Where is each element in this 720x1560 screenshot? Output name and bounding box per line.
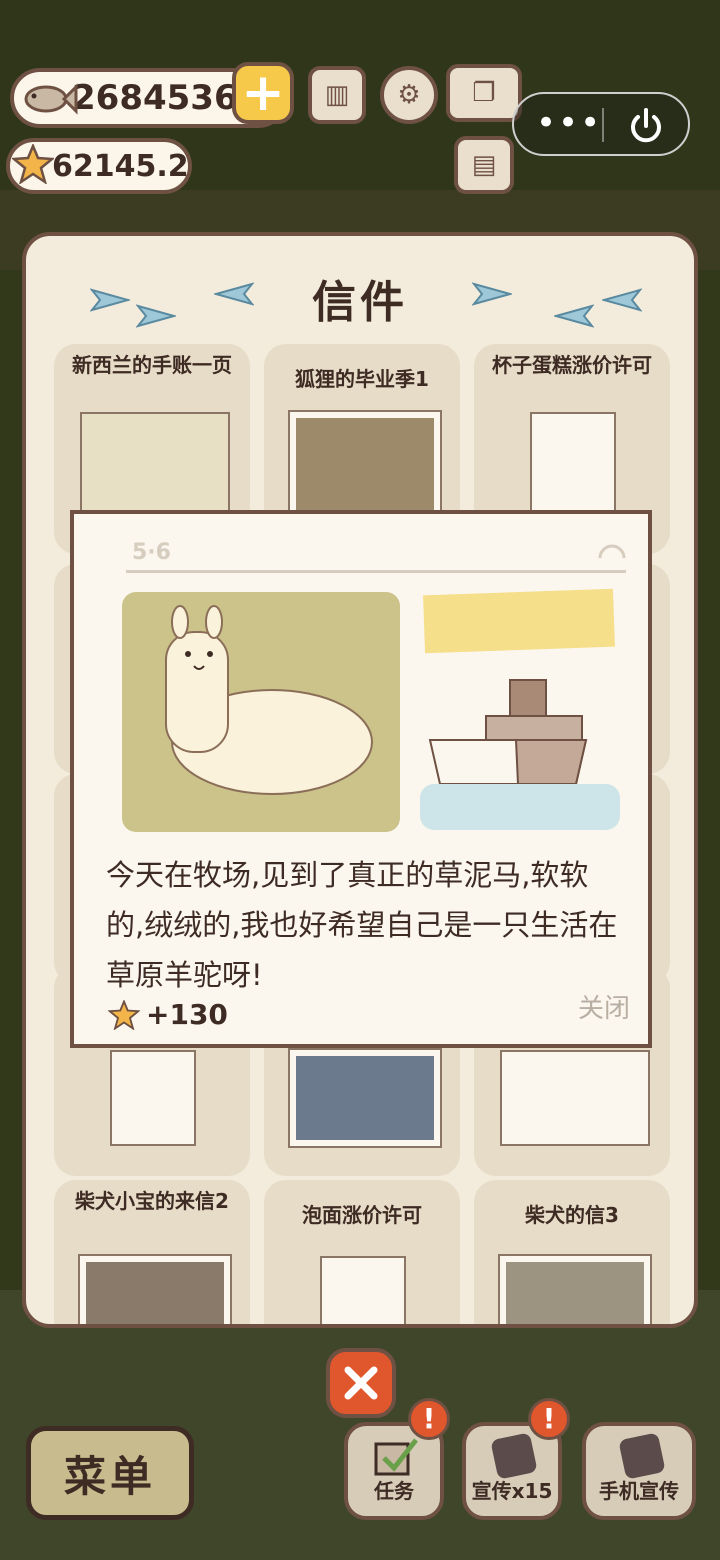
fish-icon: [24, 83, 78, 115]
plus-icon: +: [241, 63, 285, 123]
promo-label: 宣传x15: [471, 1479, 553, 1503]
letter-card[interactable]: 柴犬的信3: [474, 1180, 670, 1324]
card-thumbnail: [500, 1256, 650, 1324]
boat-drawing: [428, 679, 588, 785]
task-label: 任务: [374, 1479, 414, 1503]
sea-drawing: [420, 784, 620, 830]
diary-text: 今天在牧场,见到了真正的草泥马,软软的,绒绒的,我也好希望自己是一只生活在草原羊…: [106, 858, 618, 992]
card-title: 新西兰的手账一页: [72, 353, 232, 377]
phone-promo-button[interactable]: 手机宣传: [582, 1422, 696, 1520]
card-thumbnail: [110, 1050, 196, 1146]
card-title: 泡面涨价许可: [302, 1203, 422, 1227]
card-thumbnail: [320, 1256, 406, 1324]
close-icon: [344, 1366, 378, 1400]
paper-plane-icon: [472, 282, 512, 306]
sun-icon: [598, 544, 626, 559]
star-icon: [108, 999, 140, 1030]
diary-date: 5·6: [132, 540, 171, 565]
close-button[interactable]: [326, 1348, 396, 1418]
star-currency: 62145.2: [6, 138, 192, 194]
close-link[interactable]: 关闭: [578, 988, 630, 1025]
promo-alert-badge: !: [528, 1398, 570, 1440]
paper-plane-icon: [602, 288, 642, 312]
power-icon[interactable]: [626, 106, 666, 146]
checkbox-icon: [374, 1438, 418, 1476]
card-title: 狐狸的毕业季1: [295, 367, 429, 391]
card-thumbnail: [80, 412, 230, 517]
card-thumbnail: [290, 412, 440, 517]
reward-row: +130: [108, 998, 228, 1031]
settings-button[interactable]: ⚙: [380, 66, 438, 124]
newspaper-button[interactable]: ▤: [454, 136, 514, 194]
card-thumbnail: [290, 1050, 440, 1146]
fish-value: 2684536: [72, 78, 238, 118]
sheep-tape: [423, 588, 615, 654]
star-icon: [12, 144, 54, 184]
menu-button[interactable]: 菜单: [26, 1426, 194, 1520]
ranking-button[interactable]: ▥: [308, 66, 366, 124]
paper-plane-icon: [554, 304, 594, 328]
settings-icon: ⚙: [397, 80, 421, 110]
card-thumbnail: [80, 1256, 230, 1324]
reward-value: +130: [146, 998, 228, 1031]
mini-program-capsule: •••: [512, 92, 690, 156]
diary-page-popup: 5·6 今天在牧场,见到了真正的草泥马,软软的,绒绒的,我也好希望自己是一只生活…: [70, 510, 652, 1048]
phone-icon: [618, 1432, 666, 1480]
book-button[interactable]: ❐: [446, 64, 522, 122]
card-thumbnail: [500, 1050, 650, 1146]
diary-divider: [126, 570, 626, 573]
star-value: 62145.2: [52, 148, 189, 184]
capsule-divider: [602, 108, 604, 142]
ranking-icon: ▥: [324, 80, 350, 110]
newspaper-icon: ▤: [471, 150, 497, 180]
card-title: 柴犬的信3: [525, 1203, 619, 1227]
card-title: 柴犬小宝的来信2: [75, 1189, 229, 1213]
phone-icon: [490, 1432, 538, 1480]
alpaca-drawing: [165, 605, 373, 795]
letter-card[interactable]: 泡面涨价许可: [264, 1180, 460, 1324]
task-alert-badge: !: [408, 1398, 450, 1440]
card-thumbnail: [530, 412, 616, 517]
alpaca-illustration: [122, 592, 400, 832]
add-currency-button[interactable]: +: [232, 62, 294, 124]
book-icon: ❐: [472, 78, 496, 108]
card-title: 杯子蛋糕涨价许可: [492, 353, 652, 377]
phone-promo-label: 手机宣传: [599, 1479, 679, 1503]
letter-card[interactable]: 柴犬小宝的来信2: [54, 1180, 250, 1324]
more-icon[interactable]: •••: [536, 106, 602, 140]
